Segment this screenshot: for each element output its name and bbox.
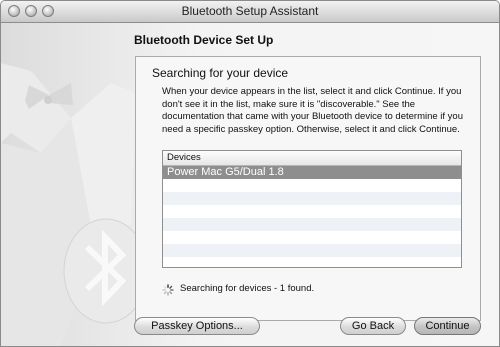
title-bar[interactable]: Bluetooth Setup Assistant: [1, 1, 499, 23]
passkey-options-button[interactable]: Passkey Options...: [134, 317, 260, 335]
window-title: Bluetooth Setup Assistant: [181, 4, 319, 18]
list-item[interactable]: Power Mac G5/Dual 1.8: [163, 166, 461, 179]
assistant-content: Bluetooth Device Set Up Searching for yo…: [1, 23, 499, 346]
empty-list-row: [163, 244, 461, 257]
empty-list-row: [163, 218, 461, 231]
search-status: Searching for devices - 1 found.: [180, 283, 315, 294]
progress-spinner-icon: [162, 284, 174, 296]
empty-list-row: [163, 192, 461, 205]
continue-button[interactable]: Continue: [414, 317, 481, 335]
instructions-text: When your device appears in the list, se…: [162, 86, 464, 135]
device-list-header[interactable]: Devices: [163, 151, 461, 166]
go-back-button[interactable]: Go Back: [340, 317, 406, 335]
bluetooth-setup-window: Bluetooth Setup Assistant Bluetooth Devi…: [0, 0, 500, 347]
empty-list-row: [163, 205, 461, 218]
device-list[interactable]: Devices Power Mac G5/Dual 1.8: [162, 150, 462, 268]
search-panel: Searching for your device When your devi…: [135, 56, 481, 321]
tuxedo-bluetooth-illustration: [1, 63, 141, 346]
empty-list-row: [163, 179, 461, 192]
panel-title: Searching for your device: [152, 66, 289, 80]
bluetooth-icon: [63, 218, 141, 324]
page-heading: Bluetooth Device Set Up: [134, 33, 274, 47]
empty-list-row: [163, 231, 461, 244]
empty-list-row: [163, 257, 461, 267]
